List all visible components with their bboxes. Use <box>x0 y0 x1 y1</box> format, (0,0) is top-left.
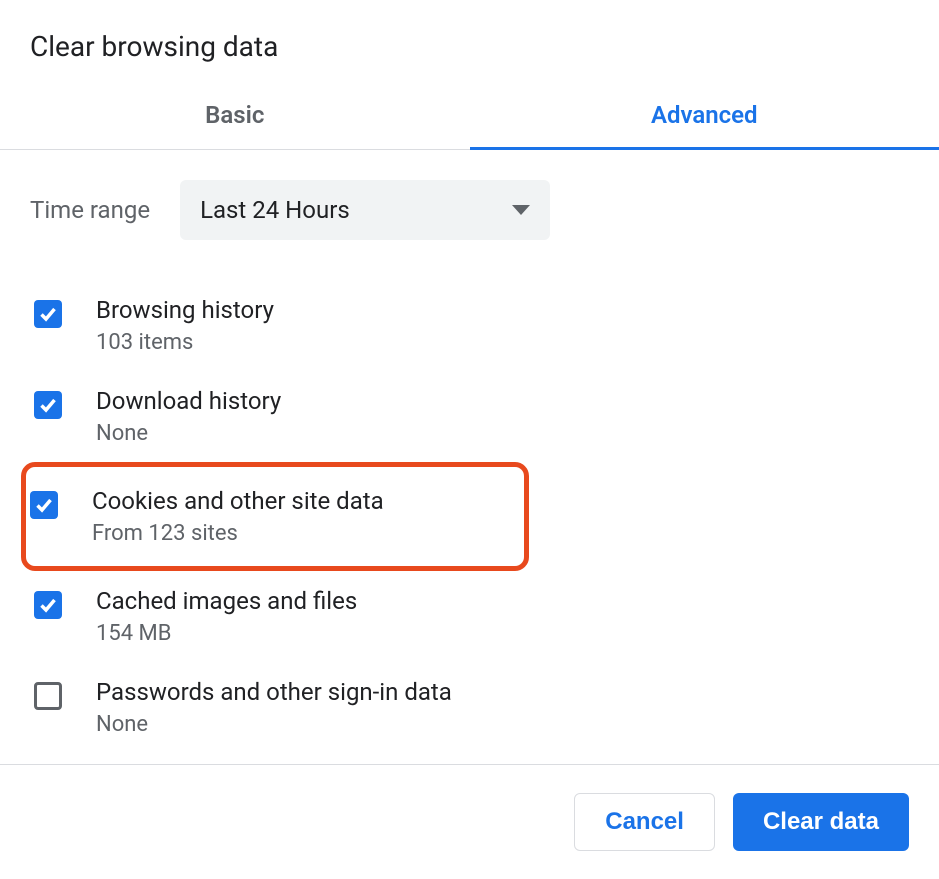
checkmark-icon <box>38 304 58 324</box>
time-range-select[interactable]: Last 24 Hours <box>180 180 550 240</box>
option-cached: Cached images and files 154 MB <box>30 571 909 662</box>
option-text: Browsing history 103 items <box>96 296 274 355</box>
chevron-down-icon <box>512 205 530 215</box>
option-cookies: Cookies and other site data From 123 sit… <box>21 462 529 571</box>
tabs: Basic Advanced <box>0 83 939 150</box>
checkbox-cookies[interactable] <box>30 491 58 519</box>
option-text: Download history None <box>96 387 281 446</box>
checkmark-icon <box>38 395 58 415</box>
tab-basic[interactable]: Basic <box>0 83 470 149</box>
dialog-footer: Cancel Clear data <box>0 764 939 879</box>
option-passwords: Passwords and other sign-in data None <box>30 662 909 753</box>
checkbox-download-history[interactable] <box>34 391 62 419</box>
option-subtitle: None <box>96 712 452 737</box>
tab-advanced[interactable]: Advanced <box>470 83 939 149</box>
cancel-button[interactable]: Cancel <box>574 793 715 851</box>
option-title: Cookies and other site data <box>92 487 384 515</box>
option-title: Cached images and files <box>96 587 357 615</box>
checkmark-icon <box>38 595 58 615</box>
option-text: Passwords and other sign-in data None <box>96 678 452 737</box>
option-autofill: Auto-fill form data <box>30 753 909 764</box>
option-title: Browsing history <box>96 296 274 324</box>
dialog-title: Clear browsing data <box>0 0 939 83</box>
option-title: Download history <box>96 387 281 415</box>
dialog-content: Time range Last 24 Hours Browsing histor… <box>0 150 939 764</box>
options-list: Browsing history 103 items Download hist… <box>30 280 909 764</box>
option-subtitle: None <box>96 421 281 446</box>
option-subtitle: 154 MB <box>96 621 357 646</box>
option-subtitle: From 123 sites <box>92 521 384 546</box>
option-subtitle: 103 items <box>96 330 274 355</box>
time-range-value: Last 24 Hours <box>200 196 350 224</box>
clear-data-button[interactable]: Clear data <box>733 793 909 851</box>
time-range-row: Time range Last 24 Hours <box>30 180 909 240</box>
checkbox-browsing-history[interactable] <box>34 300 62 328</box>
option-text: Cached images and files 154 MB <box>96 587 357 646</box>
option-title: Passwords and other sign-in data <box>96 678 452 706</box>
checkmark-icon <box>34 495 54 515</box>
checkbox-cached[interactable] <box>34 591 62 619</box>
option-text: Cookies and other site data From 123 sit… <box>92 487 384 546</box>
time-range-label: Time range <box>30 196 150 224</box>
clear-browsing-data-dialog: Clear browsing data Basic Advanced Time … <box>0 0 939 879</box>
checkbox-passwords[interactable] <box>34 682 62 710</box>
option-browsing-history: Browsing history 103 items <box>30 280 909 371</box>
option-download-history: Download history None <box>30 371 909 462</box>
